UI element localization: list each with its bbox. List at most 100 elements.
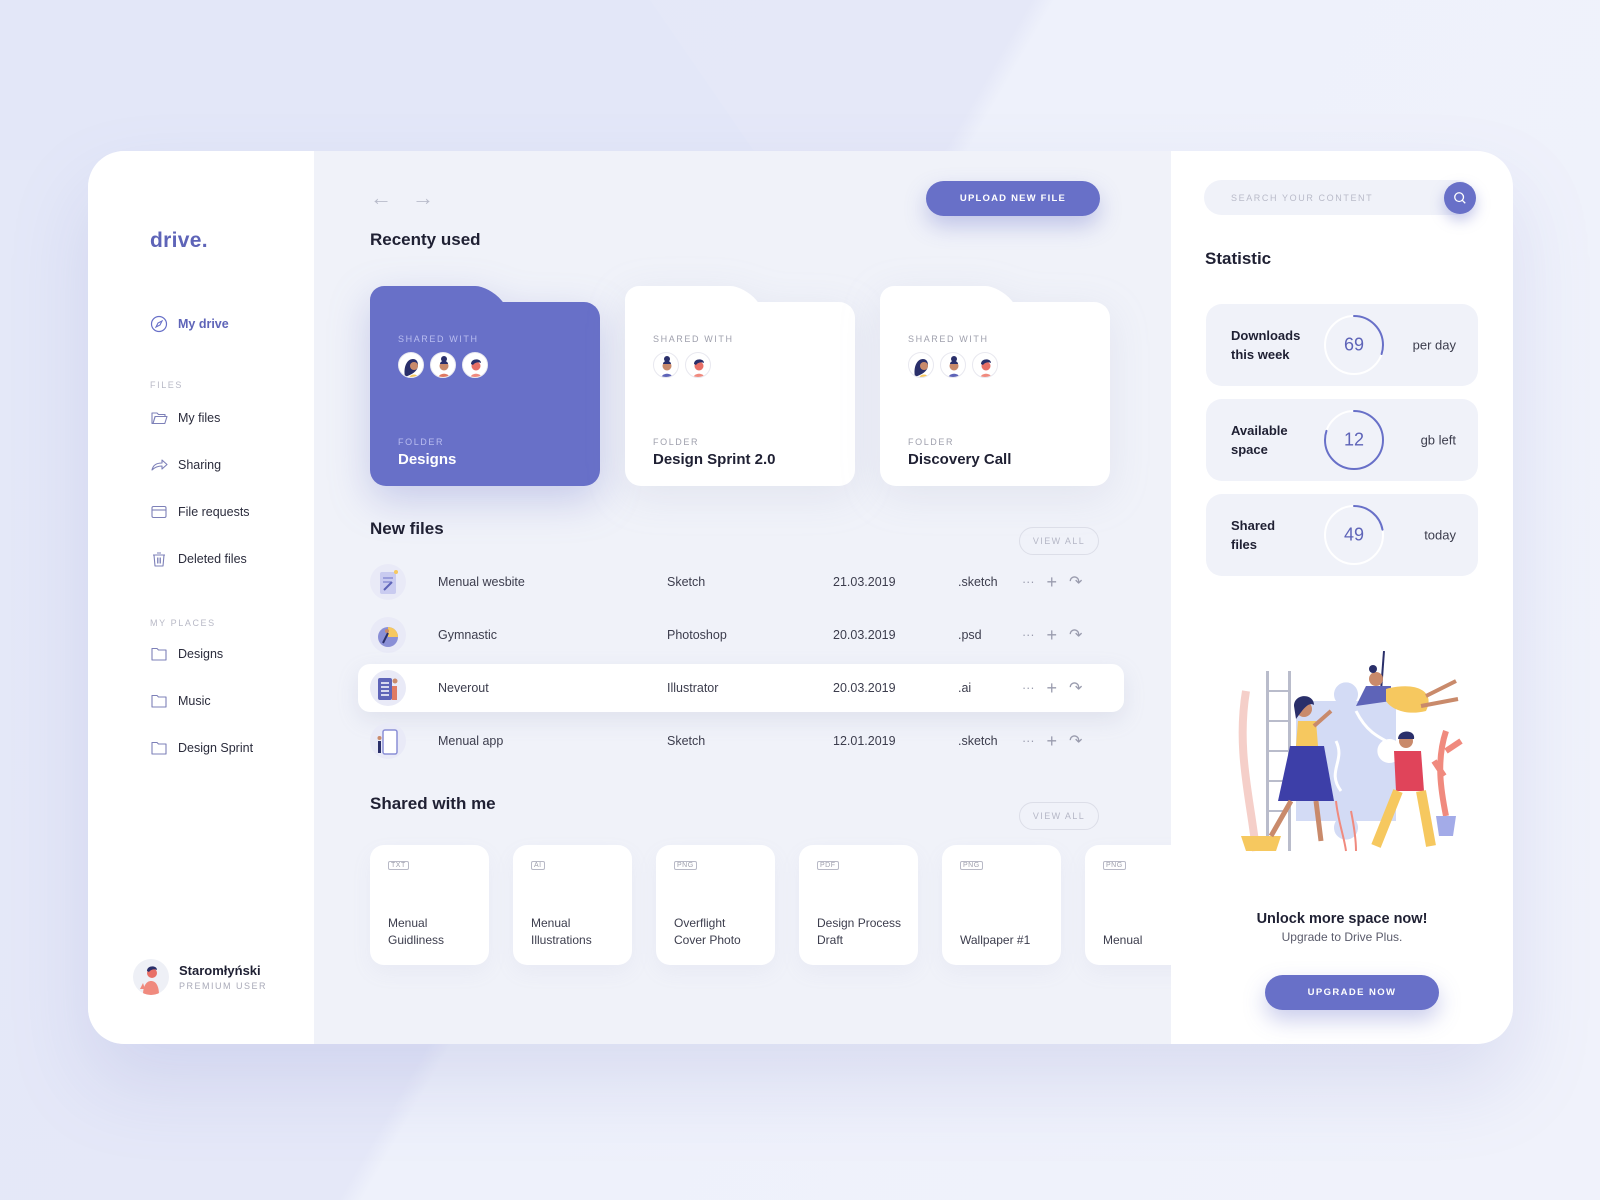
shared-file-card[interactable]: TXT Menual Guidliness (370, 845, 489, 965)
file-row[interactable]: Menual app Sketch 12.01.2019 .sketch ···… (358, 717, 1124, 765)
shared-file-name-line1: Menual (388, 916, 428, 930)
history-nav: ← → (370, 187, 434, 209)
shared-file-name-line2: Illustrations (531, 933, 592, 947)
stat-card-available-space: Available space 12 gb left (1206, 399, 1478, 481)
file-date: 20.03.2019 (833, 628, 896, 642)
user-profile[interactable]: Staromłyński PREMIUM USER (133, 959, 267, 995)
stat-label-line2: space (1231, 442, 1268, 457)
folder-name: Discovery Call (908, 451, 1012, 468)
share-icon[interactable]: ↷ (1069, 625, 1082, 645)
more-icon[interactable]: ··· (1022, 734, 1035, 748)
new-files-view-all-button[interactable]: VIEW ALL (1019, 527, 1099, 555)
background-shape (0, 0, 760, 160)
sidebar-item-label: Design Sprint (178, 741, 254, 755)
shared-file-card[interactable]: PDF Design Process Draft (799, 845, 918, 965)
logo[interactable]: drive. (150, 229, 208, 253)
folder-open-icon (150, 409, 168, 427)
avatar (908, 352, 934, 378)
folder-icon (150, 645, 168, 663)
add-icon[interactable]: + (1047, 572, 1058, 593)
shared-file-card[interactable]: AI Menual Illustrations (513, 845, 632, 965)
main-content: ← → UPLOAD NEW FILE Recenty used SHARED … (314, 151, 1204, 1044)
stat-label-line1: Available (1231, 423, 1288, 438)
share-icon[interactable]: ↷ (1069, 731, 1082, 751)
shared-file-name-line1: Design Process (817, 916, 902, 930)
add-icon[interactable]: + (1047, 731, 1058, 752)
upload-new-file-button[interactable]: UPLOAD NEW FILE (926, 181, 1100, 216)
sidebar-item-label: My files (178, 411, 221, 425)
file-type-badge: PNG (1103, 861, 1126, 870)
file-row[interactable]: Gymnastic Photoshop 20.03.2019 .psd ··· +… (358, 611, 1124, 659)
share-icon[interactable]: ↷ (1069, 572, 1082, 592)
folder-card-discovery-call[interactable]: SHARED WITH FOLDER Discovery Call (880, 286, 1110, 486)
avatar (133, 959, 169, 995)
more-icon[interactable]: ··· (1022, 575, 1035, 589)
shared-file-card[interactable]: PNG Wallpaper #1 (942, 845, 1061, 965)
file-type-badge: PNG (674, 861, 697, 870)
shared-file-name-line2: Draft (817, 933, 844, 947)
sidebar-item-label: File requests (178, 505, 250, 519)
shared-view-all-button[interactable]: VIEW ALL (1019, 802, 1099, 830)
forward-arrow-icon[interactable]: → (412, 187, 434, 209)
sidebar-item-design-sprint[interactable]: Design Sprint (150, 739, 253, 757)
shared-avatars (398, 352, 580, 378)
file-name: Neverout (438, 681, 489, 695)
shared-avatars (908, 352, 1090, 378)
sidebar-item-designs[interactable]: Designs (150, 645, 223, 663)
sidebar-item-label: Music (178, 694, 211, 708)
sidebar-item-file-requests[interactable]: File requests (150, 503, 250, 521)
file-row[interactable]: Menual wesbite Sketch 21.03.2019 .sketch… (358, 558, 1124, 606)
file-thumbnail (370, 670, 406, 706)
search-input[interactable] (1231, 180, 1431, 215)
more-icon[interactable]: ··· (1022, 681, 1035, 695)
sidebar-item-sharing[interactable]: Sharing (150, 456, 221, 474)
folder-type-label: FOLDER (398, 437, 445, 447)
sidebar-item-my-files[interactable]: My files (150, 409, 220, 427)
shared-with-label: SHARED WITH (398, 334, 479, 344)
more-icon[interactable]: ··· (1022, 628, 1035, 642)
inbox-icon (150, 503, 168, 521)
share-icon[interactable]: ↷ (1069, 678, 1082, 698)
add-icon[interactable]: + (1047, 678, 1058, 699)
shared-with-me-heading: Shared with me (370, 794, 496, 813)
folder-name: Designs (398, 451, 457, 468)
file-type-badge: AI (531, 861, 545, 870)
sidebar-item-deleted-files[interactable]: Deleted files (150, 550, 247, 568)
file-app: Sketch (667, 734, 706, 748)
folder-card-design-sprint[interactable]: SHARED WITH FOLDER Design Sprint 2.0 (625, 286, 855, 486)
avatar (462, 352, 488, 378)
avatar (398, 352, 424, 378)
search-button[interactable] (1444, 182, 1476, 214)
shared-with-label: SHARED WITH (653, 334, 734, 344)
add-icon[interactable]: + (1047, 625, 1058, 646)
trash-icon (150, 550, 168, 568)
user-role: PREMIUM USER (179, 981, 268, 991)
user-name: Staromłyński (179, 963, 261, 978)
avatar (972, 352, 998, 378)
back-arrow-icon[interactable]: ← (370, 187, 392, 209)
stat-unit: gb left (1420, 432, 1456, 448)
shared-file-name-line2: Cover Photo (674, 933, 741, 947)
sidebar-item-label: Deleted files (178, 552, 247, 566)
sidebar-item-label: Designs (178, 647, 224, 661)
stat-card-downloads: Downloads this week 69 per day (1206, 304, 1478, 386)
sidebar-item-label: Sharing (178, 458, 222, 472)
shared-file-name-line1: Menual (531, 916, 571, 930)
file-name: Menual app (438, 734, 504, 748)
shared-file-card[interactable]: PNG Overflight Cover Photo (656, 845, 775, 965)
file-name: Menual wesbite (438, 575, 525, 589)
upgrade-now-button[interactable]: UPGRADE NOW (1265, 975, 1439, 1010)
file-thumbnail (370, 564, 406, 600)
file-app: Sketch (667, 575, 706, 589)
file-row-selected[interactable]: Neverout Illustrator 20.03.2019 .ai ··· +… (358, 664, 1124, 712)
stat-label-line2: files (1231, 537, 1258, 552)
sidebar-item-music[interactable]: Music (150, 692, 211, 710)
file-app: Illustrator (667, 681, 719, 695)
search-icon (1454, 192, 1466, 204)
shared-avatars (653, 352, 835, 378)
file-thumbnail (370, 617, 406, 653)
sidebar-item-my-drive[interactable]: My drive (150, 315, 229, 333)
folder-card-designs[interactable]: SHARED WITH FOLDER Designs (370, 286, 600, 486)
promo-title: Unlock more space now! (1256, 911, 1428, 927)
shared-file-name-line2: Guidliness (388, 933, 445, 947)
